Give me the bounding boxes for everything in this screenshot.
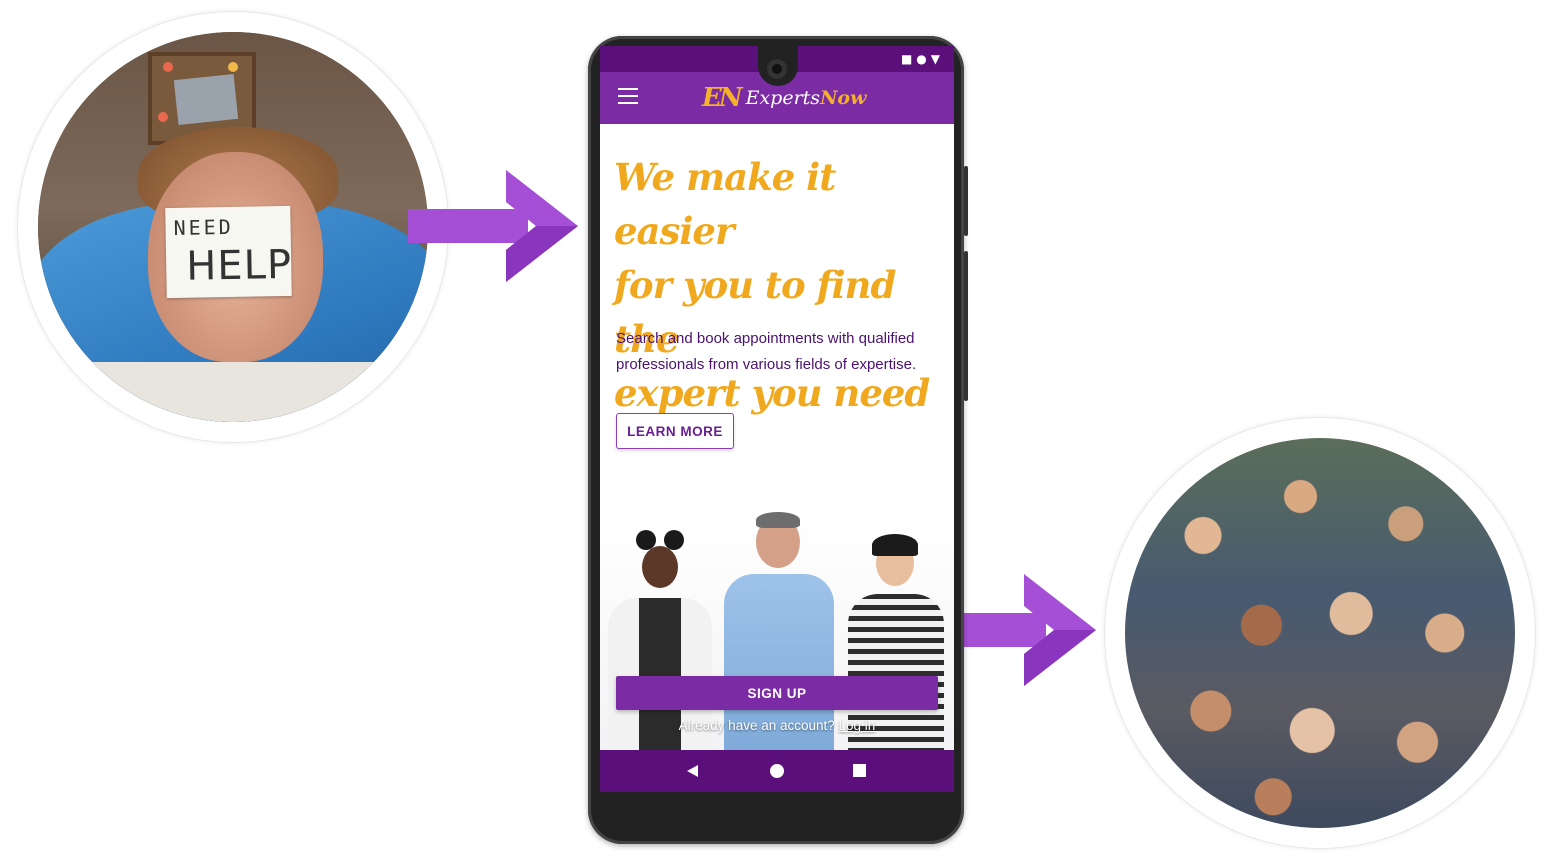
arrow-right-icon	[408, 170, 578, 282]
hero-headline: We make it easier for you to find the ex…	[614, 155, 930, 415]
crowd-image	[1125, 438, 1515, 828]
sticky-note: NEED HELP	[165, 205, 293, 299]
back-icon[interactable]	[687, 765, 698, 777]
phone-screen: ■●▼ EN ExpertsNow We make it easier for …	[600, 46, 954, 792]
logo-text: ExpertsNow	[745, 87, 867, 109]
need-help-image: NEED HELP	[38, 32, 428, 422]
android-nav-bar	[600, 750, 954, 792]
log-in-link[interactable]: Log in	[839, 718, 876, 733]
need-help-photo: NEED HELP	[18, 12, 448, 442]
front-camera	[767, 59, 787, 79]
hero-description: Search and book appointments with qualif…	[616, 330, 917, 373]
hamburger-menu-icon[interactable]	[618, 88, 638, 104]
login-prompt: Already have an account? Log in	[600, 718, 954, 733]
expertsnow-logo[interactable]: EN ExpertsNow	[702, 80, 866, 116]
sticky-note-line2: HELP	[185, 241, 293, 290]
happy-crowd-photo	[1105, 418, 1535, 848]
recent-apps-icon[interactable]	[853, 764, 866, 777]
desk	[38, 362, 428, 422]
sign-up-button[interactable]: SIGN UP	[616, 676, 938, 710]
logo-mark: EN	[702, 83, 743, 113]
sticky-note-line1: NEED	[173, 214, 234, 240]
home-icon[interactable]	[770, 764, 784, 778]
phone-mockup: ■●▼ EN ExpertsNow We make it easier for …	[588, 36, 968, 844]
learn-more-button[interactable]: LEARN MORE	[616, 413, 734, 449]
account-prompt-text: Already have an account?	[678, 718, 835, 733]
status-icons: ■●▼	[900, 52, 944, 66]
